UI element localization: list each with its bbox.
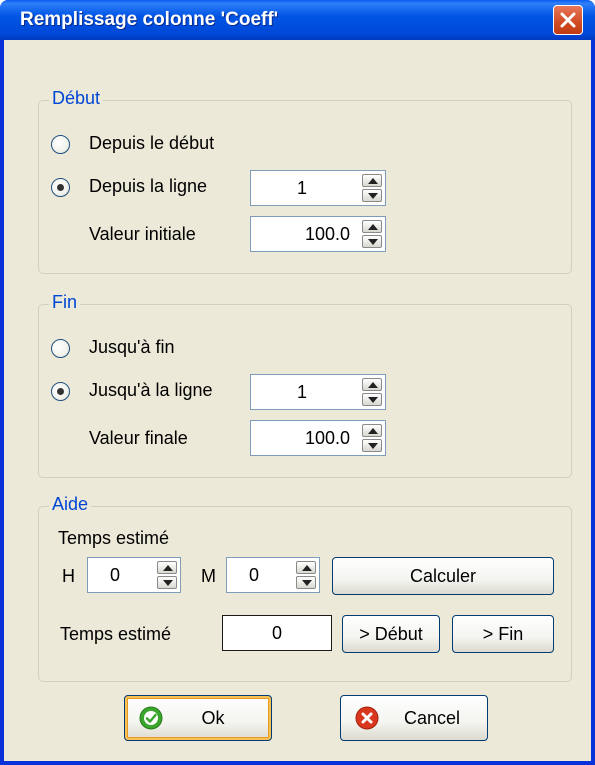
debut-line-stepper[interactable]: 1 [250, 170, 386, 206]
close-button[interactable] [553, 5, 583, 35]
cancel-button[interactable]: Cancel [340, 695, 488, 741]
radio-depuis-debut[interactable] [51, 135, 70, 154]
arrow-up-icon[interactable] [362, 424, 382, 437]
initial-value-stepper[interactable]: 100.0 [250, 216, 386, 252]
hours-stepper[interactable]: 0 [87, 557, 181, 593]
minutes-value: 0 [249, 565, 260, 585]
fin-line-stepper[interactable]: 1 [250, 374, 386, 410]
arrow-down-icon[interactable] [362, 393, 382, 406]
final-value-stepper[interactable]: 100.0 [250, 420, 386, 456]
arrow-up-icon[interactable] [362, 378, 382, 391]
group-title-aide: Aide [49, 494, 92, 515]
ok-button-label: Ok [201, 708, 225, 728]
estimated-time-value: 0 [271, 623, 282, 643]
final-value: 100.0 [305, 428, 351, 448]
go-to-start-label: > Début [359, 624, 423, 644]
radio-jusqua-ligne[interactable] [51, 382, 70, 401]
calculate-button-label: Calculer [409, 566, 477, 586]
initial-value: 100.0 [305, 224, 351, 244]
minutes-stepper[interactable]: 0 [226, 557, 320, 593]
ok-button[interactable]: Ok [124, 695, 272, 741]
arrow-down-icon[interactable] [362, 235, 382, 248]
label-depuis-ligne: Depuis la ligne [89, 176, 208, 196]
radio-depuis-ligne[interactable] [51, 178, 70, 197]
arrow-up-icon[interactable] [157, 561, 177, 574]
cancel-button-label: Cancel [403, 708, 461, 728]
label-hours: H [62, 566, 75, 586]
cancel-x-icon [355, 706, 379, 730]
label-valeur-finale: Valeur finale [89, 428, 188, 448]
go-to-start-button[interactable]: > Début [342, 615, 440, 653]
group-title-fin: Fin [49, 292, 81, 313]
arrow-down-icon[interactable] [157, 576, 177, 589]
arrow-up-icon[interactable] [296, 561, 316, 574]
arrow-up-icon[interactable] [362, 220, 382, 233]
close-icon [560, 12, 576, 28]
label-temps-estime: Temps estimé [60, 624, 172, 644]
hours-value: 0 [110, 565, 121, 585]
estimated-time-field: 0 [222, 615, 332, 651]
arrow-down-icon[interactable] [362, 189, 382, 202]
window-title: Remplissage colonne 'Coeff' [20, 9, 279, 30]
arrow-up-icon[interactable] [362, 174, 382, 187]
go-to-end-label: > Fin [482, 624, 524, 644]
group-title-debut: Début [49, 88, 104, 109]
radio-jusqua-fin[interactable] [51, 339, 70, 358]
go-to-end-button[interactable]: > Fin [452, 615, 554, 653]
label-jusqua-fin: Jusqu'à fin [89, 337, 175, 357]
calculate-button[interactable]: Calculer [332, 557, 554, 595]
title-bar[interactable]: Remplissage colonne 'Coeff' [0, 0, 595, 40]
label-jusqua-ligne: Jusqu'à la ligne [89, 380, 213, 400]
label-depuis-debut: Depuis le début [89, 133, 215, 153]
arrow-down-icon[interactable] [362, 439, 382, 452]
label-minutes: M [201, 566, 216, 586]
label-temps-estime-header: Temps estimé [58, 528, 170, 548]
arrow-down-icon[interactable] [296, 576, 316, 589]
label-valeur-initiale: Valeur initiale [89, 224, 196, 244]
fin-line-value: 1 [297, 382, 308, 402]
debut-line-value: 1 [297, 178, 308, 198]
